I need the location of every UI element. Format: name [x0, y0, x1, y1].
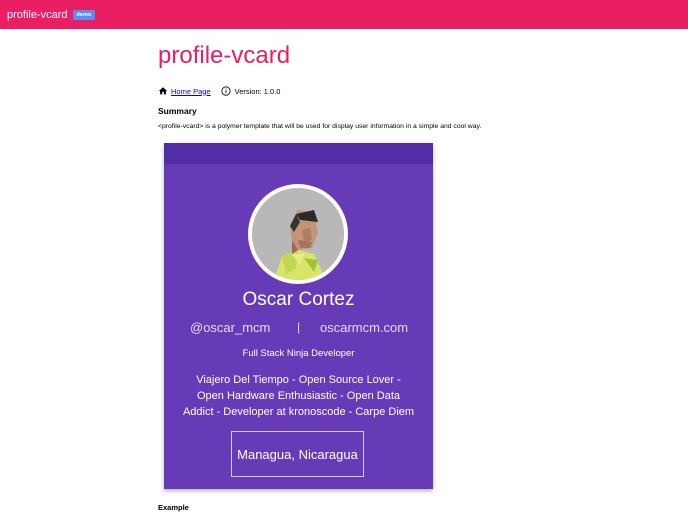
info-icon	[221, 86, 231, 96]
demo-badge[interactable]: demo	[72, 9, 96, 20]
location-label: Managua, Nicaragua	[237, 446, 358, 462]
avatar-image	[252, 188, 344, 280]
twitter-handle-link[interactable]: @oscar_mcm	[190, 320, 270, 335]
vcard-header	[164, 143, 433, 164]
profile-vcard: Oscar Cortez @oscar_mcm | oscarmcm.com F…	[164, 143, 433, 489]
location-box: Managua, Nicaragua	[231, 431, 364, 477]
summary-text: <profile-vcard> is a polymer template th…	[158, 123, 482, 130]
meta-row: Home Page Version: 1.0.0	[158, 86, 280, 96]
website-link[interactable]: oscarmcm.com	[320, 320, 408, 335]
profile-role: Full Stack Ninja Developer	[242, 348, 355, 359]
summary-heading: Summary	[158, 106, 197, 116]
avatar-portrait	[252, 188, 344, 280]
home-icon	[158, 87, 168, 95]
avatar	[248, 184, 348, 284]
top-app-bar: profile-vcard demo	[0, 0, 688, 29]
home-page-link[interactable]: Home Page	[171, 87, 211, 96]
app-title: profile-vcard	[7, 8, 68, 21]
profile-bio: Viajero Del Tiempo - Open Source Lover -…	[182, 374, 415, 418]
handle-separator: |	[297, 320, 301, 334]
version-label: Version: 1.0.0	[234, 86, 281, 96]
example-heading: Example	[158, 503, 189, 512]
profile-name: Oscar Cortez	[242, 289, 355, 310]
page-title: profile-vcard	[158, 42, 291, 69]
profile-handles: @oscar_mcm | oscarmcm.com	[164, 320, 433, 338]
